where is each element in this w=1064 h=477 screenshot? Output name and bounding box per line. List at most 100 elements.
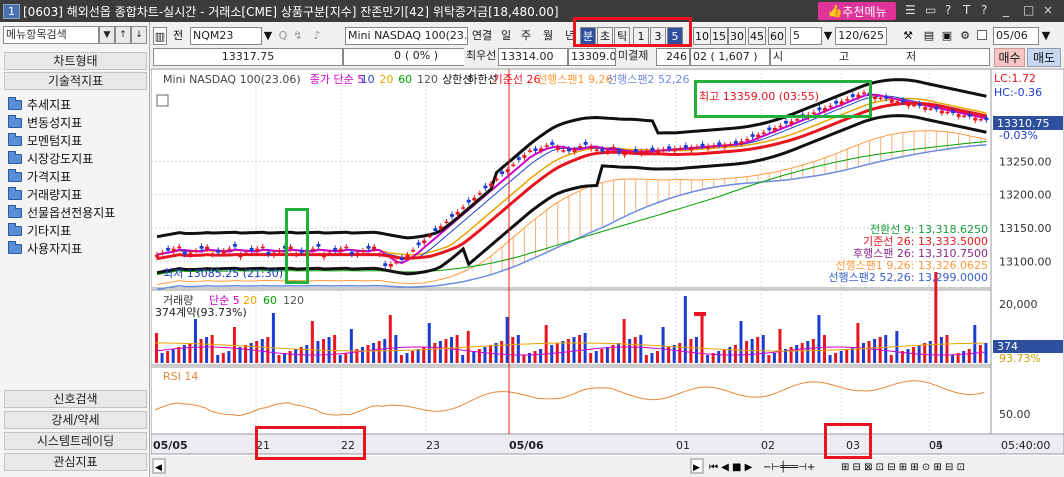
indicator-header[interactable]: 기술적지표 bbox=[4, 72, 147, 90]
period-dropdown-icon[interactable]: ▼ bbox=[822, 27, 834, 45]
minute-45[interactable]: 45 bbox=[748, 27, 766, 45]
sell-button[interactable]: 매수 bbox=[994, 48, 1025, 67]
tools-icon[interactable]: ⚒ bbox=[899, 27, 917, 45]
legend-item-9: 선행스팬1 9,26 bbox=[537, 73, 612, 86]
mode-0[interactable]: 연결 bbox=[468, 27, 496, 45]
code-input[interactable]: NQM23 bbox=[190, 27, 262, 45]
minute-30[interactable]: 30 bbox=[728, 27, 746, 45]
candle-body bbox=[789, 121, 794, 124]
buy-button[interactable]: 매도 bbox=[1027, 48, 1061, 67]
code-dropdown-icon[interactable]: ▼ bbox=[262, 27, 274, 45]
volume-bar bbox=[823, 335, 826, 363]
arrow-up-icon[interactable]: ↑ bbox=[115, 26, 131, 44]
indicator-folder-0[interactable]: 추세지표 bbox=[8, 96, 71, 113]
volume-bar bbox=[372, 343, 376, 363]
chart-area[interactable]: Mini NASDAQ 100(23.06) 종가 단순 5 10 20 60 120 상한… bbox=[151, 68, 1064, 477]
window-icon[interactable]: ▭ bbox=[925, 3, 936, 17]
minute-5[interactable]: 5 bbox=[667, 27, 683, 45]
unit-1[interactable]: 초 bbox=[597, 27, 613, 45]
search-dropdown-icon[interactable]: ▼ bbox=[99, 26, 115, 44]
indicator-folder-2[interactable]: 모멘텀지표 bbox=[8, 132, 82, 149]
unit-2[interactable]: 틱 bbox=[614, 27, 630, 45]
volume-bar bbox=[856, 323, 860, 363]
jeon-label[interactable]: 전 bbox=[169, 27, 187, 45]
candle-body bbox=[589, 146, 594, 149]
grid-icon[interactable]: ▤ bbox=[920, 27, 938, 45]
font-icon[interactable]: T bbox=[963, 3, 970, 17]
x-label-5: 01 bbox=[676, 439, 690, 452]
chart-svg[interactable]: Mini NASDAQ 100(23.06) 종가 단순 510 20 60 120 상한… bbox=[151, 68, 1064, 477]
arrow-down-icon[interactable]: ↓ bbox=[131, 26, 147, 44]
mode-2[interactable]: 주 bbox=[516, 27, 536, 45]
candle-body bbox=[694, 146, 699, 149]
help-icon[interactable]: ? bbox=[945, 3, 951, 17]
recommend-menu-button[interactable]: 👍 추천메뉴 bbox=[818, 2, 896, 20]
strength-weakness[interactable]: 강세/약세 bbox=[4, 411, 147, 429]
search-icon[interactable]: Q bbox=[276, 27, 290, 45]
indicator-folder-5[interactable]: 거래량지표 bbox=[8, 186, 82, 203]
gear-icon[interactable]: ⚙ bbox=[956, 27, 974, 45]
candle-body bbox=[244, 252, 249, 255]
minute-60[interactable]: 60 bbox=[768, 27, 786, 45]
price-tick-1: 13200.00 bbox=[999, 189, 1052, 202]
volume-bar bbox=[706, 355, 710, 363]
link-icon[interactable]: ↯ bbox=[291, 27, 305, 45]
unit-0[interactable]: 분 bbox=[580, 27, 596, 45]
indicator-folder-1[interactable]: 변동성지표 bbox=[8, 114, 82, 131]
option-checkbox[interactable] bbox=[977, 30, 987, 40]
candle-body bbox=[622, 152, 627, 156]
volume-bar bbox=[310, 321, 314, 363]
minute-10[interactable]: 10 bbox=[693, 27, 711, 45]
candle-body bbox=[388, 264, 393, 267]
volume-bar bbox=[477, 349, 481, 363]
candle-body bbox=[227, 248, 232, 251]
mode-3[interactable]: 월 bbox=[538, 27, 558, 45]
system-trading[interactable]: 시스템트레이딩 bbox=[4, 432, 147, 450]
maximize-icon[interactable]: □ bbox=[1023, 3, 1034, 17]
indicator-folder-label: 가격지표 bbox=[27, 170, 72, 184]
indicator-folder-3[interactable]: 시장강도지표 bbox=[8, 150, 93, 167]
candle-body bbox=[299, 250, 304, 253]
product-name: Mini NASDAQ 100(23.0 bbox=[345, 27, 468, 45]
menu-search-input[interactable]: 메뉴항목검색 bbox=[3, 26, 99, 44]
volume-bar bbox=[283, 353, 287, 363]
period-select[interactable]: 5 bbox=[790, 27, 822, 45]
ichimoku-value-4: 선행스팬2 52,26: 13,299.0000 bbox=[828, 271, 988, 284]
volume-bar bbox=[416, 349, 420, 363]
candle-body bbox=[823, 108, 827, 111]
range-field[interactable]: 120/625 bbox=[835, 27, 887, 45]
candle-body bbox=[733, 141, 738, 144]
sound-icon[interactable]: ♪ bbox=[310, 27, 324, 45]
indicator-folder-4[interactable]: 가격지표 bbox=[8, 168, 71, 185]
volume-bar bbox=[539, 349, 543, 363]
mode-1[interactable]: 일 bbox=[496, 27, 516, 45]
minute-1[interactable]: 1 bbox=[633, 27, 649, 45]
candle-body bbox=[917, 103, 922, 106]
candle-body bbox=[745, 139, 750, 141]
open-int-label: 미결제 bbox=[616, 48, 656, 66]
chart-icon[interactable]: ▥ bbox=[153, 27, 167, 45]
chart-type-header[interactable]: 차트형태 bbox=[4, 52, 147, 70]
menu-icon[interactable]: ☰ bbox=[905, 3, 916, 17]
interest-indicator[interactable]: 관심지표 bbox=[4, 453, 147, 471]
minute-15[interactable]: 15 bbox=[710, 27, 728, 45]
minute-3[interactable]: 3 bbox=[650, 27, 666, 45]
candle-body bbox=[182, 252, 187, 255]
candle-body bbox=[427, 235, 432, 238]
minimize-icon[interactable]: _ bbox=[1003, 3, 1009, 17]
mode-4[interactable]: 년 bbox=[560, 27, 580, 45]
candle-body bbox=[639, 151, 644, 154]
close-icon[interactable]: × bbox=[1043, 3, 1053, 17]
save-icon[interactable]: ▣ bbox=[938, 27, 956, 45]
candle-body bbox=[578, 146, 583, 148]
date-dropdown-icon[interactable]: ▼ bbox=[1040, 27, 1052, 45]
signal-search[interactable]: 신호검색 bbox=[4, 390, 147, 408]
candle-body bbox=[583, 142, 588, 145]
volume-bar bbox=[244, 345, 248, 363]
indicator-folder-8[interactable]: 사용자지표 bbox=[8, 240, 82, 257]
lc-label: LC:1.72 bbox=[994, 72, 1036, 85]
indicator-folder-6[interactable]: 선물옵션전용지표 bbox=[8, 204, 115, 221]
info-icon[interactable]: ? bbox=[981, 3, 987, 17]
indicator-folder-7[interactable]: 기타지표 bbox=[8, 222, 71, 239]
date-field[interactable]: 05/06 bbox=[993, 27, 1039, 45]
